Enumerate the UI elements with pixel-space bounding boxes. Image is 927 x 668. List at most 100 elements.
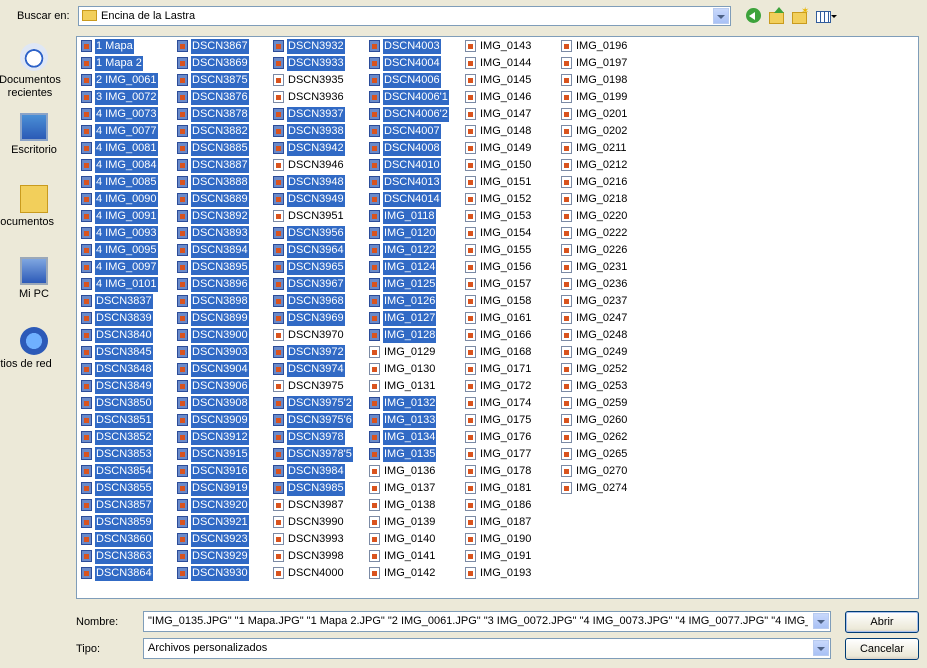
- jpeg-file-icon: [273, 567, 284, 579]
- jpeg-file-icon: [177, 176, 188, 188]
- file-name: IMG_0133: [383, 413, 437, 428]
- jpeg-file-icon: [465, 312, 476, 324]
- new-folder-button[interactable]: ✶: [791, 6, 809, 25]
- file-name: DSCN3919: [191, 481, 249, 496]
- back-button[interactable]: [745, 7, 763, 25]
- jpeg-file-icon: [465, 380, 476, 392]
- jpeg-file-icon: [369, 465, 380, 477]
- jpeg-file-icon: [81, 227, 92, 239]
- jpeg-file-icon: [465, 193, 476, 205]
- jpeg-file-icon: [369, 159, 380, 171]
- jpeg-file-icon: [81, 363, 92, 375]
- jpeg-file-icon: [177, 108, 188, 120]
- file-name: DSCN3912: [191, 430, 249, 445]
- file-name: DSCN3975'2: [287, 396, 353, 411]
- network-places-icon: [20, 327, 48, 355]
- jpeg-file-icon: [369, 40, 380, 52]
- file-name: 1 Mapa 2: [95, 56, 143, 71]
- jpeg-file-icon: [273, 125, 284, 137]
- file-name: DSCN3893: [191, 226, 249, 241]
- jpeg-file-icon: [177, 295, 188, 307]
- dropdown-arrow-icon: [831, 15, 837, 18]
- file-type-dropdown-button[interactable]: [813, 640, 829, 656]
- jpeg-file-icon: [81, 261, 92, 273]
- place-label-line1: Documentos recientes: [0, 74, 61, 99]
- jpeg-file-icon: [177, 499, 188, 511]
- file-name: DSCN3938: [287, 124, 345, 139]
- file-name: DSCN3967: [287, 277, 345, 292]
- file-name: DSCN3916: [191, 464, 249, 479]
- file-list[interactable]: 1 Mapa 1 Mapa 2 2 IMG_0061 3 IMG_0072 4 IMG_…: [76, 36, 919, 599]
- file-name: IMG_0248: [576, 329, 628, 341]
- file-name: IMG_0199: [576, 91, 628, 103]
- jpeg-file-icon: [177, 193, 188, 205]
- view-list-icon: [816, 11, 831, 23]
- jpeg-file-icon: [273, 448, 284, 460]
- place-my-documents[interactable]: Mis documentos: [0, 185, 68, 229]
- file-name: 4 IMG_0101: [95, 277, 158, 292]
- file-name-input[interactable]: "IMG_0135.JPG" "1 Mapa.JPG" "1 Mapa 2.JP…: [143, 611, 831, 632]
- file-name: IMG_0260: [576, 414, 628, 426]
- jpeg-file-icon: [273, 329, 284, 341]
- jpeg-file-icon: [561, 210, 572, 222]
- file-type-select[interactable]: Archivos personalizados: [143, 638, 831, 659]
- up-one-level-button[interactable]: [768, 7, 786, 25]
- jpeg-file-icon: [273, 550, 284, 562]
- place-label: Mis documentos: [0, 216, 55, 228]
- file-name: DSCN3930: [191, 566, 249, 581]
- jpeg-file-icon: [465, 278, 476, 290]
- place-my-computer[interactable]: Mi PC: [0, 257, 68, 301]
- place-network[interactable]: Mis sitios de red: [0, 327, 68, 371]
- file-name: DSCN3984: [287, 464, 345, 479]
- file-name: IMG_0211: [576, 142, 627, 154]
- jpeg-file-icon: [273, 57, 284, 69]
- file-name: DSCN3904: [191, 362, 249, 377]
- back-arrow-icon: [746, 8, 761, 23]
- jpeg-file-icon: [177, 397, 188, 409]
- jpeg-file-icon: [561, 431, 572, 443]
- jpeg-file-icon: [273, 210, 284, 222]
- jpeg-file-icon: [465, 465, 476, 477]
- file-name: IMG_0202: [576, 125, 628, 137]
- jpeg-file-icon: [81, 516, 92, 528]
- jpeg-file-icon: [177, 533, 188, 545]
- jpeg-file-icon: [369, 346, 380, 358]
- jpeg-file-icon: [561, 363, 572, 375]
- jpeg-file-icon: [273, 397, 284, 409]
- file-name: DSCN3906: [191, 379, 249, 394]
- jpeg-file-icon: [561, 465, 572, 477]
- file-name: DSCN3946: [288, 159, 344, 171]
- jpeg-file-icon: [465, 414, 476, 426]
- jpeg-file-icon: [81, 346, 92, 358]
- jpeg-file-icon: [465, 159, 476, 171]
- place-label: Mis sitios de red: [0, 358, 52, 370]
- file-name-dropdown-button[interactable]: [813, 613, 829, 629]
- file-name: DSCN3900: [191, 328, 249, 343]
- file-name: IMG_0130: [384, 363, 436, 375]
- jpeg-file-icon: [561, 414, 572, 426]
- open-button[interactable]: Abrir: [845, 611, 919, 633]
- jpeg-file-icon: [465, 329, 476, 341]
- look-in-dropdown-button[interactable]: [713, 8, 729, 24]
- place-recent-documents[interactable]: Documentos recientes: [0, 43, 68, 100]
- file-name: DSCN4013: [383, 175, 441, 190]
- jpeg-file-icon: [81, 40, 92, 52]
- jpeg-file-icon: [81, 448, 92, 460]
- file-name: DSCN3854: [95, 464, 153, 479]
- file-name: IMG_0265: [576, 448, 628, 460]
- file-name: IMG_0142: [384, 567, 436, 579]
- jpeg-file-icon: [177, 57, 188, 69]
- file-name: DSCN3849: [95, 379, 153, 394]
- look-in-combobox[interactable]: Encina de la Lastra: [78, 6, 731, 26]
- place-desktop[interactable]: Escritorio: [0, 113, 68, 157]
- jpeg-file-icon: [273, 363, 284, 375]
- file-name: IMG_0126: [383, 294, 437, 309]
- view-menu-button[interactable]: [814, 7, 838, 25]
- cancel-button[interactable]: Cancelar: [845, 638, 919, 660]
- file-name: IMG_0186: [480, 499, 532, 511]
- file-name: IMG_0129: [384, 346, 436, 358]
- file-name: IMG_0125: [383, 277, 437, 292]
- file-name: DSCN3898: [191, 294, 249, 309]
- jpeg-file-icon: [465, 550, 476, 562]
- file-name: 4 IMG_0095: [95, 243, 158, 258]
